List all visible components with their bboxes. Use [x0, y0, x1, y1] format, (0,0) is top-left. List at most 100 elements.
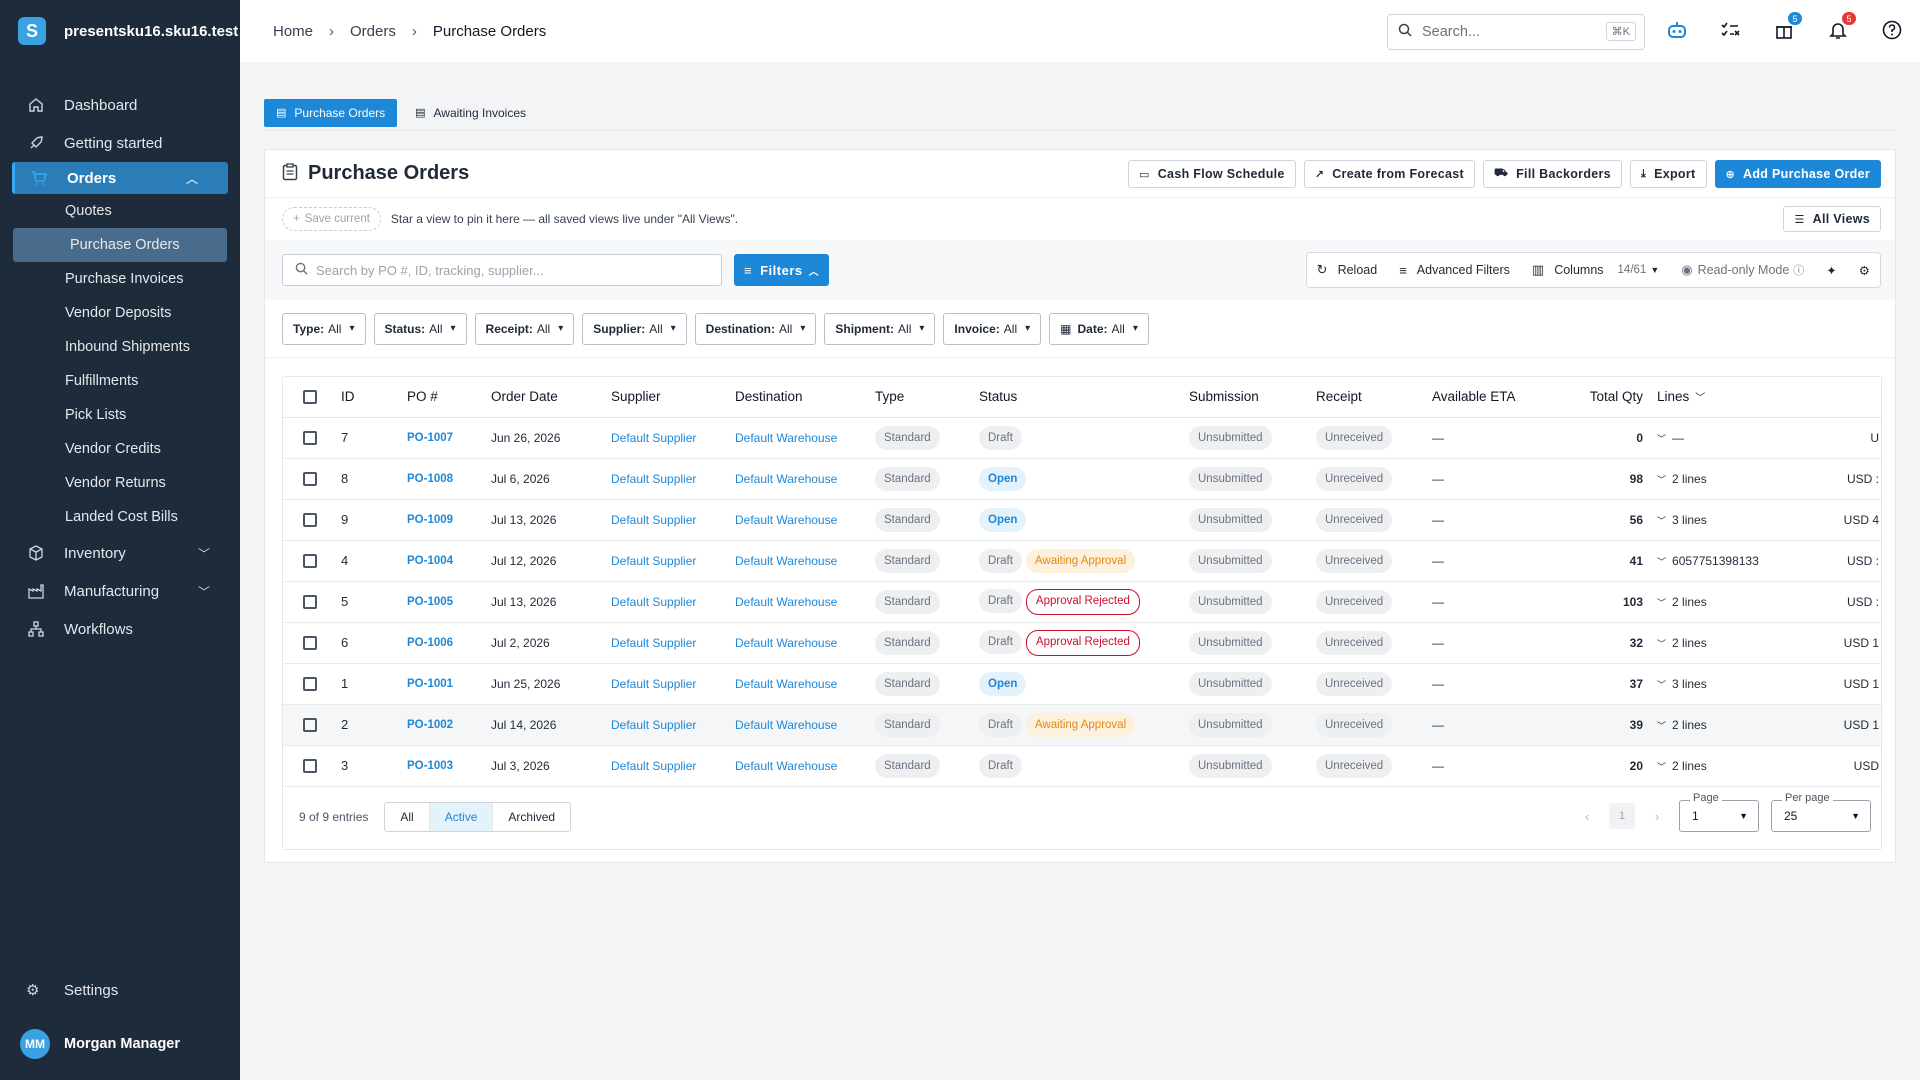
row-checkbox[interactable]: [283, 581, 341, 623]
select-all-checkbox[interactable]: [283, 377, 341, 418]
column-header-total-qty[interactable]: Total Qty: [1552, 377, 1657, 418]
column-header-available-eta[interactable]: Available ETA: [1432, 377, 1552, 418]
cash-flow-schedule-button[interactable]: ▭ Cash Flow Schedule: [1128, 160, 1296, 188]
segment-archived[interactable]: Archived: [493, 803, 570, 831]
supplier-link[interactable]: Default Supplier: [611, 417, 735, 459]
filter-shipment[interactable]: Shipment: All ▾: [824, 312, 936, 345]
lines-expander[interactable]: ﹀ 6057751398133: [1657, 540, 1807, 582]
table-row[interactable]: 8 PO-1008 Jul 6, 2026 Default Supplier Defau…: [283, 458, 1881, 500]
lines-expander[interactable]: ﹀ 2 lines: [1657, 704, 1807, 746]
row-checkbox[interactable]: [283, 458, 341, 500]
po-number-link[interactable]: PO-1004: [407, 540, 491, 582]
row-checkbox[interactable]: [283, 622, 341, 664]
filter-invoice[interactable]: Invoice: All ▾: [943, 312, 1042, 345]
sidebar-subitem-vendor-credits[interactable]: Vendor Credits: [0, 432, 240, 466]
supplier-link[interactable]: Default Supplier: [611, 745, 735, 787]
page-select[interactable]: Page 1 ▼: [1679, 792, 1759, 832]
fill-backorders-button[interactable]: ⛟ Fill Backorders: [1482, 160, 1622, 188]
po-number-link[interactable]: PO-1003: [407, 745, 491, 787]
segment-all[interactable]: All: [385, 803, 430, 831]
po-number-link[interactable]: PO-1007: [407, 417, 491, 459]
column-header-id[interactable]: ID: [341, 377, 407, 418]
per-page-select[interactable]: Per page 25 ▼: [1771, 792, 1871, 832]
row-checkbox[interactable]: [283, 540, 341, 582]
lines-expander[interactable]: ﹀ 2 lines: [1657, 458, 1807, 500]
supplier-link[interactable]: Default Supplier: [611, 499, 735, 541]
supplier-link[interactable]: Default Supplier: [611, 458, 735, 500]
supplier-link[interactable]: Default Supplier: [611, 704, 735, 746]
destination-link[interactable]: Default Warehouse: [735, 745, 875, 787]
columns-button[interactable]: ▥ Columns 14/61 ▼: [1532, 262, 1659, 278]
filter-destination[interactable]: Destination: All ▾: [694, 312, 817, 345]
filters-button[interactable]: ≡ Filters ︿: [734, 254, 830, 286]
table-row[interactable]: 3 PO-1003 Jul 3, 2026 Default Supplier Defau…: [283, 745, 1881, 787]
current-page-button[interactable]: 1: [1609, 803, 1635, 829]
filter-receipt[interactable]: Receipt: All ▾: [474, 312, 575, 345]
sidebar-item-inventory[interactable]: Inventory ﹀: [0, 534, 240, 572]
sidebar-subitem-pick-lists[interactable]: Pick Lists: [0, 398, 240, 432]
reload-button[interactable]: ↻ Reload: [1317, 262, 1378, 278]
gift-icon[interactable]: 5: [1770, 12, 1802, 44]
column-header-type[interactable]: Type: [875, 377, 979, 418]
sidebar-subitem-vendor-deposits[interactable]: Vendor Deposits: [0, 296, 240, 330]
sidebar-subitem-purchase-invoices[interactable]: Purchase Invoices: [0, 262, 240, 296]
column-header-lines[interactable]: Lines ﹀: [1657, 377, 1807, 418]
sidebar-item-manufacturing[interactable]: Manufacturing ﹀: [0, 572, 240, 610]
supplier-link[interactable]: Default Supplier: [611, 622, 735, 664]
destination-link[interactable]: Default Warehouse: [735, 704, 875, 746]
table-row[interactable]: 7 PO-1007 Jun 26, 2026 Default Supplier Defa…: [283, 417, 1881, 459]
sidebar-subitem-purchase-orders[interactable]: Purchase Orders: [13, 228, 227, 262]
supplier-link[interactable]: Default Supplier: [611, 540, 735, 582]
column-header-destination[interactable]: Destination: [735, 377, 875, 418]
po-number-link[interactable]: PO-1009: [407, 499, 491, 541]
column-header-receipt[interactable]: Receipt: [1316, 377, 1432, 418]
sidebar-subitem-fulfillments[interactable]: Fulfillments: [0, 364, 240, 398]
tab-purchase-orders[interactable]: ▤ Purchase Orders: [264, 98, 398, 127]
user-menu[interactable]: MM Morgan Manager: [0, 1018, 240, 1070]
create-from-forecast-button[interactable]: ↗ Create from Forecast: [1303, 160, 1475, 188]
next-page-icon[interactable]: ›: [1647, 809, 1667, 824]
filter-date[interactable]: ▦ Date: All ▾: [1049, 312, 1149, 345]
row-checkbox[interactable]: [283, 704, 341, 746]
breadcrumb-home[interactable]: Home: [273, 23, 313, 40]
column-header-status[interactable]: Status: [979, 377, 1189, 418]
row-checkbox[interactable]: [283, 745, 341, 787]
segment-active[interactable]: Active: [429, 803, 494, 831]
row-checkbox[interactable]: [283, 417, 341, 459]
po-number-link[interactable]: PO-1001: [407, 663, 491, 705]
bell-icon[interactable]: 5: [1824, 12, 1856, 44]
table-row[interactable]: 4 PO-1004 Jul 12, 2026 Default Supplier Defa…: [283, 540, 1881, 582]
all-views-button[interactable]: ☰ All Views: [1783, 206, 1881, 232]
table-row[interactable]: 1 PO-1001 Jun 25, 2026 Default Supplier Defa…: [283, 663, 1881, 705]
sidebar-item-settings[interactable]: ⚙ Settings: [0, 970, 240, 1010]
po-number-link[interactable]: PO-1008: [407, 458, 491, 500]
po-number-link[interactable]: PO-1005: [407, 581, 491, 623]
lines-expander[interactable]: ﹀ 2 lines: [1657, 745, 1807, 787]
po-number-link[interactable]: PO-1002: [407, 704, 491, 746]
row-checkbox[interactable]: [283, 663, 341, 705]
assistant-bot-icon[interactable]: [1663, 16, 1691, 44]
lines-expander[interactable]: ﹀ —: [1657, 417, 1807, 459]
destination-link[interactable]: Default Warehouse: [735, 663, 875, 705]
column-header-supplier[interactable]: Supplier: [611, 377, 735, 418]
export-button[interactable]: ⤓ Export: [1629, 160, 1707, 188]
sidebar-item-dashboard[interactable]: Dashboard: [0, 86, 240, 124]
filter-type[interactable]: Type: All ▾: [282, 312, 366, 345]
advanced-filters-button[interactable]: ≡ Advanced Filters: [1399, 263, 1510, 278]
lines-expander[interactable]: ﹀ 3 lines: [1657, 663, 1807, 705]
column-header-po[interactable]: PO #: [407, 377, 491, 418]
help-icon[interactable]: [1878, 16, 1906, 44]
filter-status[interactable]: Status: All ▾: [373, 312, 467, 345]
table-row[interactable]: 2 PO-1002 Jul 14, 2026 Default Supplier Defa…: [283, 704, 1881, 746]
lines-expander[interactable]: ﹀ 2 lines: [1657, 581, 1807, 623]
column-header-order-date[interactable]: Order Date: [491, 377, 611, 418]
row-checkbox[interactable]: [283, 499, 341, 541]
sidebar-item-workflows[interactable]: Workflows: [0, 610, 240, 648]
table-row[interactable]: 5 PO-1005 Jul 13, 2026 Default Supplier Defa…: [283, 581, 1881, 623]
sidebar-subitem-inbound-shipments[interactable]: Inbound Shipments: [0, 330, 240, 364]
read-only-toggle[interactable]: ◉ Read-only Mode ⓘ: [1681, 262, 1804, 278]
sidebar-subitem-landed-cost-bills[interactable]: Landed Cost Bills: [0, 500, 240, 534]
global-search-input[interactable]: Search... ⌘K: [1387, 14, 1645, 50]
po-search-input[interactable]: Search by PO #, ID, tracking, supplier..…: [282, 254, 722, 286]
column-header-submission[interactable]: Submission: [1189, 377, 1316, 418]
